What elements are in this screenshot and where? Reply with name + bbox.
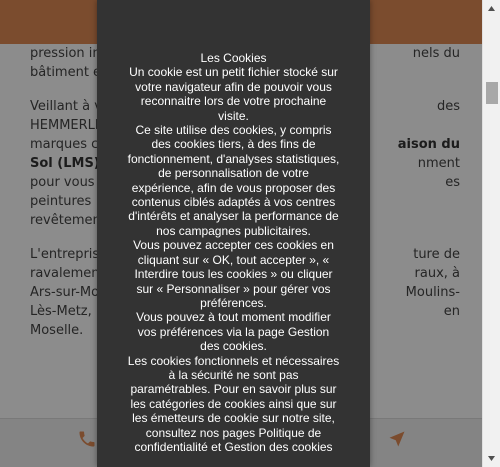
cookie-text-line: préférences. (200, 295, 267, 310)
cookie-text-line: à la sécurité ne sont pas (168, 367, 299, 382)
cookie-text-line: visite. (218, 108, 249, 123)
cookie-text-line: cliquant sur « OK, tout accepter », « (137, 252, 330, 267)
cookie-text-line: les catégories de cookies ainsi que sur (130, 396, 337, 411)
cookie-text-line: des cookies. (200, 339, 267, 354)
cookie-text-line: Vous pouvez accepter ces cookies en (133, 238, 334, 253)
cookie-text-line: fonctionnement, d'analyses statistiques, (127, 151, 340, 166)
cookie-text-line: les émetteurs de cookie sur notre site, (132, 411, 335, 426)
cookie-title: Les Cookies (200, 51, 267, 65)
cookie-text-line: Ce site utilise des cookies, y compris (135, 123, 332, 138)
scroll-up-icon[interactable] (483, 0, 500, 17)
cookie-text-line: reconnaitre lors de votre prochaine (140, 94, 327, 109)
cookie-text-line: Les cookies fonctionnels et nécessaires (127, 353, 340, 368)
cookie-text-line: contenus ciblés adaptés à vos centres (131, 195, 336, 210)
scroll-down-icon[interactable] (483, 450, 500, 467)
cookie-text-line: consultez nos pages Politique de (145, 425, 322, 440)
scrollbar-thumb[interactable] (486, 82, 498, 104)
cookie-consent-text: Les Cookies Un cookie est un petit fichie… (105, 51, 362, 454)
vertical-scrollbar[interactable] (482, 0, 500, 467)
cookie-text-line: d'intérêts et analyser la performance de (128, 209, 339, 224)
cookie-text-line: paramétrables. Pour en savoir plus sur (130, 382, 337, 397)
cookie-text-line: des cookies tiers, à des fins de (151, 137, 316, 152)
cookie-text-line: expérience, afin de vous proposer des (131, 180, 336, 195)
cookie-text-line: vos préférences via la page Gestion (137, 324, 330, 339)
cookie-consent-panel: Les Cookies Un cookie est un petit fichie… (97, 0, 370, 467)
cookie-text-line: votre navigateur afin de pouvoir vous (135, 79, 332, 94)
cookie-text-line: nos campagnes publicitaires. (156, 223, 311, 238)
cookie-text-line: Un cookie est un petit fichier stocké su… (129, 65, 338, 80)
cookie-text-line: de personnalisation de votre (158, 166, 309, 181)
cookie-text-line: sur « Personnaliser » pour gérer vos (136, 281, 331, 296)
cookie-text-line: Interdire tous les cookies » ou cliquer (134, 267, 333, 282)
cookie-text-line: confidentialité et Gestion des cookies (134, 439, 333, 454)
cookie-text-line: Vous pouvez à tout moment modifier (136, 310, 331, 325)
